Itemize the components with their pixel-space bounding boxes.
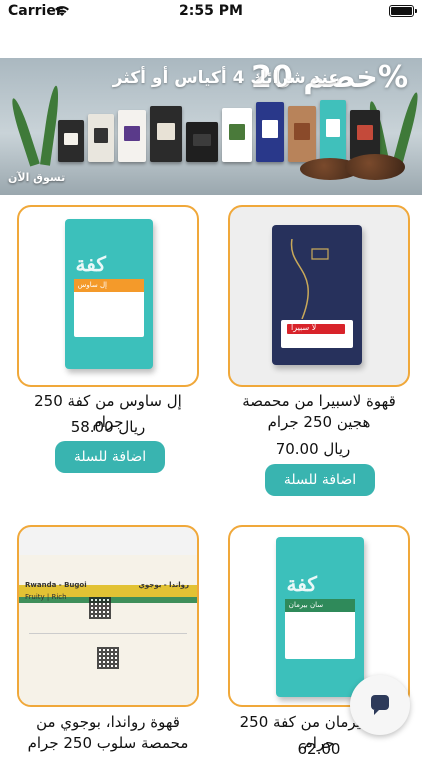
- ornament-icon: [290, 239, 329, 319]
- product-price: 58.00 ريال: [70, 418, 146, 436]
- coffee-bag-image: [320, 100, 346, 162]
- product-price: 70.00 ريال: [275, 440, 351, 458]
- banner-headline: عند شرائك 4 أكياس أو أكثر: [112, 68, 340, 88]
- label-notes: Fruity | Rich: [25, 593, 67, 601]
- coffee-bag-image: [256, 102, 284, 162]
- product-name[interactable]: قهوة رواندا، بوجوي من محمصة سلوب 250 جرا…: [17, 712, 199, 754]
- coffee-bag-image: كفة إل ساوس: [65, 219, 153, 369]
- chat-button[interactable]: [350, 675, 410, 735]
- brand-logo: كفة: [75, 252, 106, 276]
- coffee-beans: [345, 154, 405, 180]
- bag-label: لا سبيرا: [291, 323, 317, 332]
- product-image-card[interactable]: لا سبيرا: [228, 205, 410, 387]
- chat-icon: [371, 695, 389, 715]
- status-bar: Carrier 2:55 PM: [0, 0, 422, 24]
- coffee-bag-image: [88, 114, 114, 162]
- coffee-bag-image: [350, 110, 380, 160]
- battery-icon: [389, 5, 417, 17]
- plant-decoration: [8, 96, 40, 167]
- coffee-bag-image: كفة سان بيرمان: [276, 537, 364, 697]
- coffee-bag-image: لا سبيرا: [272, 225, 362, 365]
- bag-label: سان بيرمان: [288, 601, 324, 609]
- qr-code: [97, 647, 119, 669]
- product-price: 62.00: [297, 740, 341, 758]
- add-to-cart-button[interactable]: اضافة للسلة: [55, 441, 165, 473]
- coffee-bag-image: [118, 110, 146, 162]
- coffee-bag-image: [150, 106, 182, 162]
- label-title: رواندا - بوجوي: [138, 581, 190, 589]
- coffee-bag-image: [58, 120, 84, 162]
- promo-banner[interactable]: خصم 20% عند شرائك 4 أكياس أو أكثر تسوق ا…: [0, 58, 422, 195]
- product-label-image: Rwanda - Bugoi رواندا - بوجوي Fruity | R…: [19, 555, 197, 705]
- bag-label: إل ساوس: [77, 281, 107, 289]
- product-image-card[interactable]: كفة إل ساوس: [17, 205, 199, 387]
- label-title-en: Rwanda - Bugoi: [25, 581, 87, 589]
- plant-decoration: [392, 91, 422, 167]
- product-name[interactable]: قهوة لاسبيرا من محمصة هجين 250 جرام: [228, 391, 410, 433]
- coffee-bag-image: [288, 106, 316, 162]
- shop-now-link[interactable]: تسوق الآن: [8, 171, 65, 184]
- clock: 2:55 PM: [179, 3, 243, 19]
- product-image-card[interactable]: Rwanda - Bugoi رواندا - بوجوي Fruity | R…: [17, 525, 199, 707]
- coffee-bag-image: [222, 108, 252, 162]
- qr-code: [89, 597, 111, 619]
- coffee-bag-image: [186, 122, 218, 162]
- add-to-cart-button[interactable]: اضافة للسلة: [265, 464, 375, 496]
- brand-logo: كفة: [286, 572, 317, 597]
